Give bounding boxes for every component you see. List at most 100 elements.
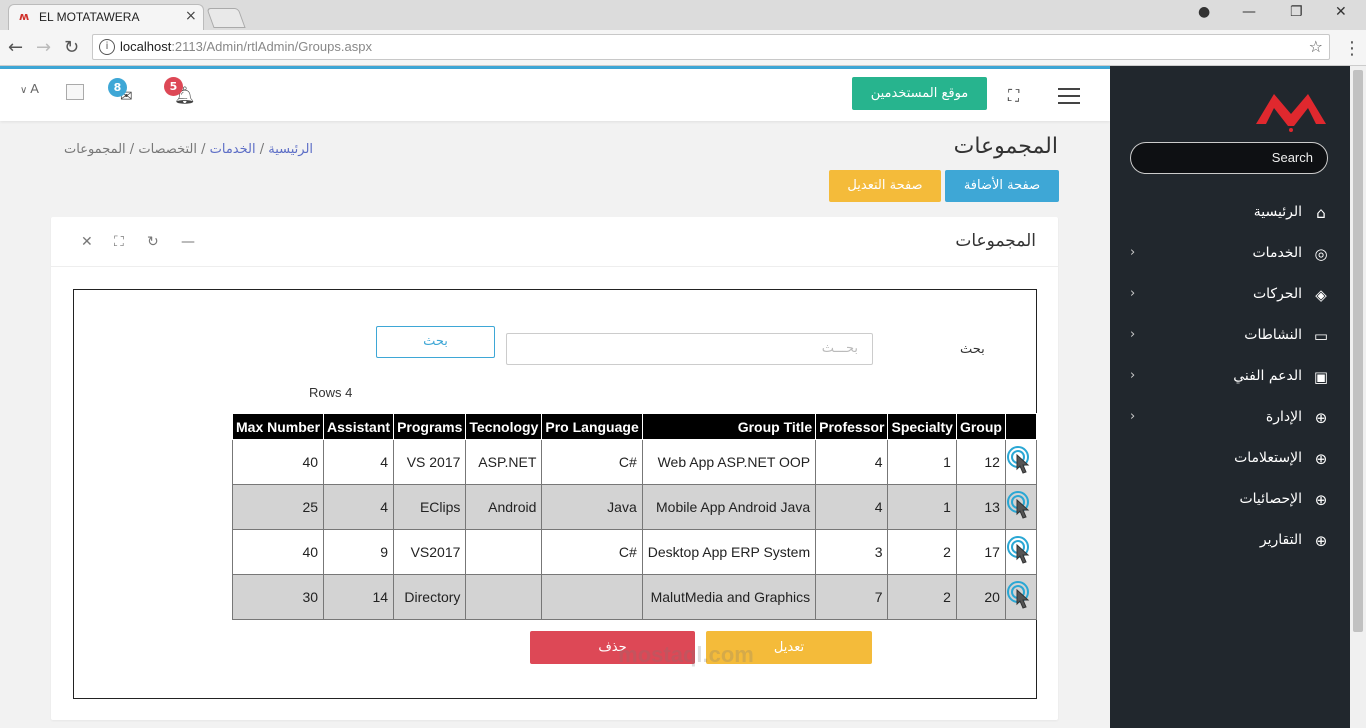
home-icon: ⌂ <box>1316 204 1326 222</box>
table-cell: Directory <box>393 574 467 620</box>
users-site-button[interactable]: موقع المستخدمين <box>852 77 987 110</box>
sidebar-item-label: التقارير <box>1259 532 1302 548</box>
col-select <box>1004 413 1037 440</box>
click-pointer-icon[interactable] <box>1006 445 1036 479</box>
select-row-cell[interactable] <box>1004 484 1037 530</box>
sidebar-item[interactable]: ⊕ الإحصائيات <box>1130 489 1330 513</box>
col-assistant: Assistant <box>323 413 395 440</box>
table-cell: 4 <box>323 484 395 530</box>
click-pointer-icon[interactable] <box>1006 490 1036 524</box>
card-title: المجموعات <box>955 231 1036 251</box>
search-label: بحث <box>960 342 985 357</box>
sidebar-item[interactable]: ⊕ التقارير <box>1130 530 1330 554</box>
sidebar-item[interactable]: ⊕ الإدارة ‹ <box>1130 407 1330 431</box>
breadcrumb-home[interactable]: الرئيسية <box>268 142 313 157</box>
sidebar-item-label: الإحصائيات <box>1239 491 1302 507</box>
new-tab-button[interactable] <box>206 8 246 28</box>
reload-icon[interactable]: ↻ <box>64 37 79 58</box>
sidebar-item-label: الخدمات <box>1252 245 1303 261</box>
table-cell: Mobile App Android Java <box>641 484 817 530</box>
table-cell: 12 <box>955 439 1006 485</box>
table-row[interactable]: 40 9 VS2017 C# Desktop App ERP System 3 2 17 <box>231 529 1037 575</box>
tab-close-icon[interactable]: × <box>185 8 197 24</box>
close-icon[interactable]: ✕ <box>81 234 93 250</box>
user-menu[interactable]: ∨ A <box>20 81 39 96</box>
col-group: Group <box>955 413 1006 440</box>
table-cell: VS 2017 <box>393 439 467 485</box>
sidebar-item-label: الدعم الفني <box>1233 368 1302 384</box>
fullscreen-icon[interactable]: ⛶ <box>1008 86 1019 106</box>
top-header: ⛶ موقع المستخدمين 🔔︎ 5 ✉ 8 ∨ A <box>0 69 1110 121</box>
bookmark-star-icon[interactable]: ☆ <box>1309 37 1323 56</box>
sidebar-item-label: النشاطات <box>1244 327 1302 343</box>
forward-arrow-icon[interactable]: → <box>36 37 51 58</box>
table-cell: 3 <box>815 529 889 575</box>
sidebar-item[interactable]: ◎ الخدمات ‹ <box>1130 243 1330 267</box>
back-arrow-icon[interactable]: ← <box>8 37 23 58</box>
minimize-card-icon[interactable]: — <box>181 234 195 250</box>
profile-icon[interactable]: ● <box>1198 4 1210 20</box>
add-page-button[interactable]: صفحة الأضافة <box>945 170 1059 202</box>
breadcrumb-specialties: التخصصات <box>138 142 197 157</box>
table-cell: 2 <box>887 529 957 575</box>
col-technology: Tecnology <box>465 413 543 440</box>
table-row[interactable]: 25 4 EClips Android Java Mobile App Android J… <box>231 484 1037 530</box>
col-specialty: Specialty <box>887 413 957 440</box>
table-cell: EClips <box>393 484 467 530</box>
breadcrumb-groups: المجموعات <box>64 142 126 157</box>
table-cell: MalutMedia and Graphics <box>641 574 817 620</box>
user-avatar[interactable] <box>66 84 84 100</box>
tab-title: EL MOTATAWERA <box>39 10 140 24</box>
brand-logo-icon[interactable] <box>1254 84 1328 132</box>
sidebar-item[interactable]: ▣ الدعم الفني ‹ <box>1130 366 1330 390</box>
restore-icon[interactable]: ❐ <box>1290 4 1303 20</box>
search-input[interactable]: بحـــث <box>506 333 873 365</box>
browser-tabbar: ʍ EL MOTATAWERA × ● — ❐ ✕ <box>0 0 1366 30</box>
click-pointer-icon[interactable] <box>1006 580 1036 614</box>
monitor-icon: ▭ <box>1313 327 1329 345</box>
breadcrumb-services[interactable]: الخدمات <box>210 142 256 157</box>
table-row[interactable]: 30 14 Directory MalutMedia and Graphics 7 2 20 <box>231 574 1037 620</box>
info-icon[interactable]: i <box>99 39 115 55</box>
table-cell <box>541 574 643 620</box>
address-bar[interactable]: i localhost:2113/Admin/rtlAdmin/Groups.a… <box>92 34 1330 60</box>
minimize-icon[interactable]: — <box>1242 4 1256 20</box>
sidebar-item[interactable]: ⊕ الإستعلامات <box>1130 448 1330 472</box>
table-cell: 40 <box>231 439 325 485</box>
table-row[interactable]: 40 4 VS 2017 ASP.NET C# Web App ASP.NET OOP 4 1… <box>231 439 1037 485</box>
select-row-cell[interactable] <box>1004 574 1037 620</box>
sidebar-item[interactable]: ▭ النشاطات ‹ <box>1130 325 1330 349</box>
sidebar-search-input[interactable]: Search <box>1130 142 1328 174</box>
browser-tab[interactable]: ʍ EL MOTATAWERA × <box>8 4 204 30</box>
hamburger-menu-icon[interactable] <box>1058 88 1080 104</box>
expand-icon[interactable]: ⛶ <box>114 234 124 250</box>
page-scrollbar[interactable] <box>1350 66 1366 728</box>
url-text: localhost:2113/Admin/rtlAdmin/Groups.asp… <box>120 39 372 54</box>
search-button[interactable]: بحث <box>376 326 495 358</box>
sidebar-item[interactable]: ⌂ الرئيسية <box>1130 202 1330 226</box>
sidebar-item-label: الحركات <box>1252 286 1302 302</box>
click-pointer-icon[interactable] <box>1006 535 1036 569</box>
groups-panel: بحث بحـــث بحث Rows 4 Max Number Assista… <box>73 289 1037 699</box>
refresh-icon[interactable]: ↻ <box>147 234 159 250</box>
table-cell: Java <box>541 484 643 530</box>
table-cell: 1 <box>887 439 957 485</box>
browser-menu-icon[interactable]: ⋮ <box>1343 38 1361 59</box>
table-cell: 17 <box>955 529 1006 575</box>
select-row-cell[interactable] <box>1004 439 1037 485</box>
col-pro-language: Pro Language <box>541 413 643 440</box>
table-cell: 25 <box>231 484 325 530</box>
edit-page-button[interactable]: صفحة التعديل <box>829 170 941 202</box>
scrollbar-thumb[interactable] <box>1353 70 1363 632</box>
table-cell: Web App ASP.NET OOP <box>641 439 817 485</box>
table-cell: 4 <box>815 484 889 530</box>
table-cell: ASP.NET <box>465 439 543 485</box>
sidebar-item[interactable]: ◈ الحركات ‹ <box>1130 284 1330 308</box>
table-cell: C# <box>541 529 643 575</box>
briefcase-icon: ▣ <box>1313 368 1329 386</box>
chevron-left-icon: ‹ <box>1130 327 1136 342</box>
table-cell <box>465 574 543 620</box>
window-close-icon[interactable]: ✕ <box>1335 4 1347 20</box>
col-professor: Professor <box>815 413 889 440</box>
select-row-cell[interactable] <box>1004 529 1037 575</box>
